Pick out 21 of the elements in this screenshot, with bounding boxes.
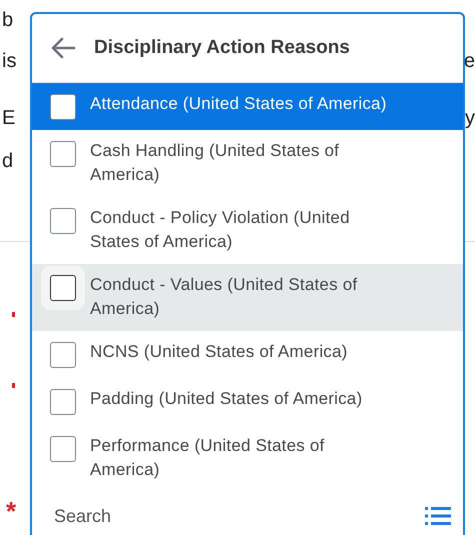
required-mark: * [6,496,16,527]
checkbox[interactable] [50,141,76,167]
required-mark-icon [12,312,15,317]
checkbox[interactable] [50,436,76,462]
background-text: e [464,50,475,73]
checkbox[interactable] [50,208,76,234]
checkbox[interactable] [50,389,76,415]
checkbox[interactable] [50,342,76,368]
checkbox[interactable] [50,275,76,301]
option-row[interactable]: Attendance (United States of America) [32,83,463,130]
background-text: d [2,150,14,172]
background-text: is [2,50,16,73]
background-text: E [2,106,16,130]
list-icon[interactable] [425,506,451,526]
checkbox[interactable] [50,94,76,120]
background-text: b [2,8,14,32]
required-mark-icon [12,383,15,388]
background-text: y [465,106,475,130]
panel-title: Disciplinary Action Reasons [94,37,350,59]
back-arrow-icon[interactable] [50,36,76,60]
option-row[interactable]: Conduct - Values (United States of America) [32,264,463,331]
